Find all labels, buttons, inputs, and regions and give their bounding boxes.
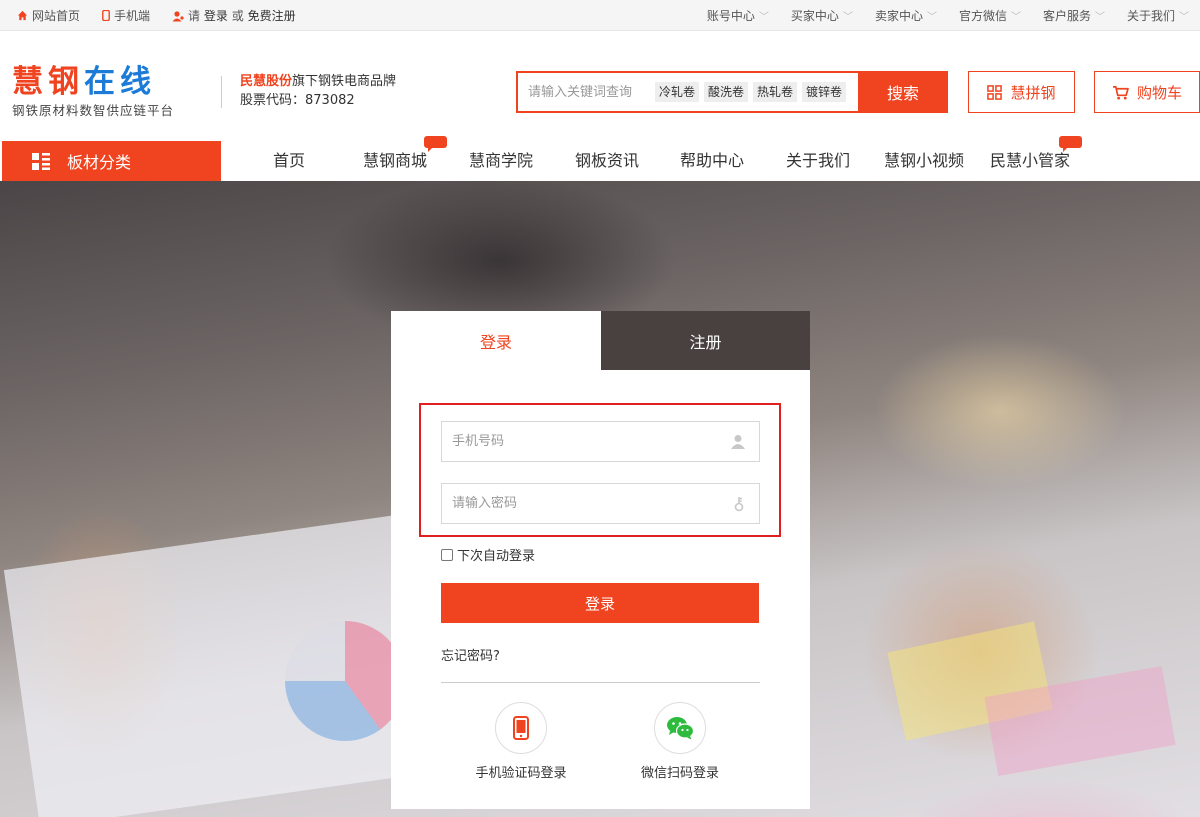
mobile-link[interactable]: 手机端	[102, 7, 150, 24]
sms-login-label: 手机验证码登录	[475, 766, 567, 781]
pin-steel-label: 慧拼钢	[1010, 83, 1056, 102]
phone-icon	[513, 716, 529, 740]
login-prefix: 请	[188, 9, 201, 23]
forgot-password-link[interactable]: 忘记密码?	[441, 645, 500, 664]
about-us-label: 关于我们	[1126, 9, 1175, 23]
top-login-link[interactable]: 登录	[204, 7, 228, 24]
logo-part2: 在线	[84, 64, 156, 100]
password-field	[441, 483, 760, 524]
chevron-down-icon: ﹀	[1010, 12, 1021, 23]
top-bar: 网站首页 手机端 请 登录 或 免费注册 账号中心 ﹀ 买家中心 ﹀ 卖家中心 ﹀ 官…	[0, 0, 1200, 31]
nav-help[interactable]: 帮助中心	[680, 141, 744, 181]
official-wechat-menu[interactable]: 官方微信 ﹀	[948, 0, 1032, 31]
wechat-login-icon-circle	[654, 702, 706, 754]
buyer-center-label: 买家中心	[790, 9, 839, 23]
category-menu-label: 板材分类	[67, 153, 132, 172]
site-logo[interactable]: 慧钢在线 钢铁原材料数智供应链平台	[12, 65, 192, 120]
customer-service-label: 客户服务	[1042, 9, 1091, 23]
password-input[interactable]	[442, 484, 712, 523]
phone-input[interactable]	[442, 422, 712, 461]
login-submit-button[interactable]: 登录	[441, 583, 759, 623]
customer-service-menu[interactable]: 客户服务 ﹀	[1032, 0, 1116, 31]
cart-label: 购物车	[1136, 83, 1182, 102]
official-wechat-label: 官方微信	[958, 9, 1007, 23]
header-divider	[221, 76, 222, 108]
search-tag-hot-rolled[interactable]: 热轧卷	[753, 82, 798, 102]
mobile-link-label: 手机端	[114, 9, 151, 23]
phone-field	[441, 421, 760, 462]
menu-icon	[32, 152, 50, 170]
tab-login[interactable]: 登录	[391, 311, 601, 370]
logo-text: 慧钢在线	[12, 65, 192, 99]
pin-steel-button[interactable]: 慧拼钢	[968, 71, 1075, 113]
grid-icon	[987, 84, 1003, 100]
mobile-icon	[102, 10, 110, 21]
wechat-icon	[667, 717, 694, 740]
about-us-menu[interactable]: 关于我们 ﹀	[1116, 0, 1200, 31]
nav-academy[interactable]: 慧商学院	[469, 141, 533, 181]
account-center-label: 账号中心	[706, 9, 755, 23]
nav-about[interactable]: 关于我们	[786, 141, 850, 181]
search-button[interactable]: 搜索	[858, 71, 948, 113]
chevron-down-icon: ﹀	[1094, 12, 1105, 23]
home-icon	[17, 10, 28, 21]
remember-label: 下次自动登录	[457, 549, 536, 564]
stock-code: 股票代码：873082	[240, 93, 355, 108]
brand-highlight: 民慧股份	[240, 74, 293, 89]
seller-center-menu[interactable]: 卖家中心 ﹀	[864, 0, 948, 31]
home-link[interactable]: 网站首页	[17, 7, 80, 24]
remember-me[interactable]: 下次自动登录	[441, 545, 535, 564]
account-center-menu[interactable]: 账号中心 ﹀	[696, 0, 780, 31]
sms-login-icon-circle	[495, 702, 547, 754]
nav-manager-badge	[1059, 136, 1082, 152]
remember-checkbox[interactable]	[441, 548, 453, 561]
top-register-link[interactable]: 免费注册	[248, 7, 296, 24]
user-icon	[172, 10, 184, 21]
home-link-label: 网站首页	[32, 9, 81, 23]
nav-home[interactable]: 首页	[273, 141, 305, 181]
chevron-down-icon: ﹀	[842, 12, 853, 23]
search-tag-cold-rolled[interactable]: 冷轧卷	[655, 82, 700, 102]
login-register-prompt: 请 登录 或 免费注册	[172, 7, 296, 24]
nav-mall-badge	[424, 136, 447, 152]
search-bar: 冷轧卷 酸洗卷 热轧卷 镀锌卷 搜索	[516, 71, 948, 113]
tab-register[interactable]: 注册	[601, 311, 810, 370]
seller-center-label: 卖家中心	[874, 9, 923, 23]
wechat-login-label: 微信扫码登录	[640, 766, 719, 781]
login-card: 登录 注册 下次自动登录 登录 忘记密码? 手机验证码登录 微信扫码登录	[391, 311, 810, 809]
login-or: 或	[231, 9, 244, 23]
nav-manager[interactable]: 民慧小管家	[990, 141, 1070, 181]
search-tag-galvanized[interactable]: 镀锌卷	[802, 82, 847, 102]
nav-news[interactable]: 钢板资讯	[575, 141, 639, 181]
search-tags: 冷轧卷 酸洗卷 热轧卷 镀锌卷	[655, 82, 851, 102]
nav-videos[interactable]: 慧钢小视频	[884, 141, 964, 181]
chevron-down-icon: ﹀	[758, 12, 769, 23]
cart-button[interactable]: 购物车	[1094, 71, 1200, 113]
buyer-center-menu[interactable]: 买家中心 ﹀	[780, 0, 864, 31]
chevron-down-icon: ﹀	[1179, 12, 1189, 23]
background-pie-graphic	[285, 621, 405, 741]
logo-subtitle: 钢铁原材料数智供应链平台	[12, 103, 175, 118]
search-tag-pickled[interactable]: 酸洗卷	[704, 82, 749, 102]
key-icon	[734, 497, 744, 512]
nav-mall[interactable]: 慧钢商城	[363, 141, 427, 181]
logo-part1: 慧钢	[12, 64, 84, 100]
category-menu-button[interactable]: 板材分类	[2, 141, 221, 181]
brand-suffix: 旗下钢铁电商品牌	[292, 74, 397, 89]
chevron-down-icon: ﹀	[926, 12, 937, 23]
user-icon	[731, 435, 745, 449]
divider	[441, 682, 760, 683]
sms-login-option[interactable]: 手机验证码登录	[461, 702, 581, 781]
cart-icon	[1112, 85, 1129, 100]
wechat-login-option[interactable]: 微信扫码登录	[620, 702, 740, 781]
brand-info: 民慧股份旗下钢铁电商品牌 股票代码：873082	[240, 72, 396, 110]
